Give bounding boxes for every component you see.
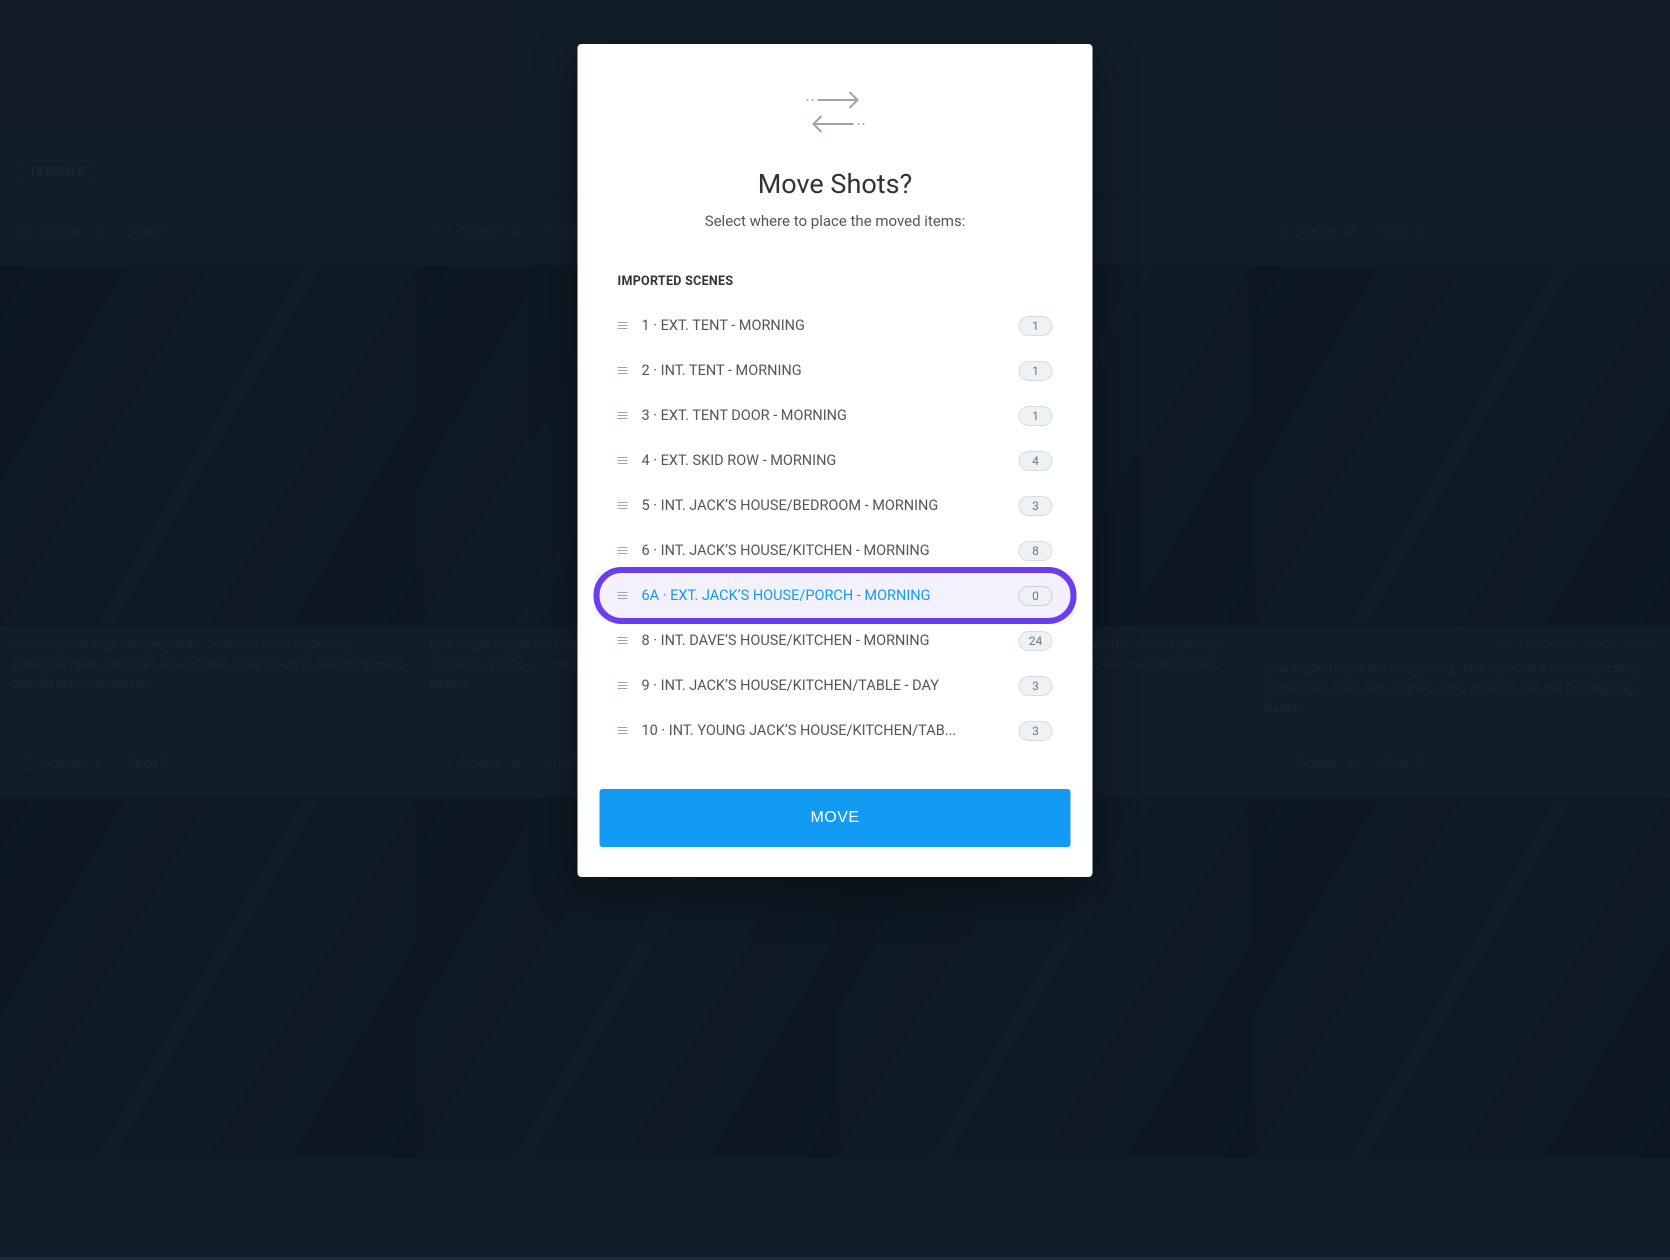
scene-count-badge: 1 (1019, 361, 1053, 381)
scene-label: 8 · INT. DAVE’S HOUSE/KITCHEN - MORNING (642, 632, 1007, 649)
scene-count-badge: 4 (1019, 451, 1053, 471)
scene-icon (618, 455, 630, 466)
scene-label: 10 · INT. YOUNG JACK’S HOUSE/KITCHEN/TAB… (642, 722, 1007, 739)
scene-label: 6 · INT. JACK’S HOUSE/KITCHEN - MORNING (642, 542, 1007, 559)
scene-row[interactable]: 9 · INT. JACK’S HOUSE/KITCHEN/TABLE - DA… (596, 663, 1075, 708)
scene-row[interactable]: 10 · INT. YOUNG JACK’S HOUSE/KITCHEN/TAB… (596, 708, 1075, 753)
scene-row[interactable]: 6A · EXT. JACK’S HOUSE/PORCH - MORNING 0 (596, 573, 1075, 618)
scene-count-badge: 3 (1019, 676, 1053, 696)
scene-icon (618, 590, 630, 601)
scene-label: 2 · INT. TENT - MORNING (642, 362, 1007, 379)
scene-row[interactable]: 3 · EXT. TENT DOOR - MORNING 1 (596, 393, 1075, 438)
swap-arrows-icon (596, 84, 1075, 140)
scene-icon (618, 725, 630, 736)
scene-row[interactable]: 8 · INT. DAVE’S HOUSE/KITCHEN - MORNING 2… (596, 618, 1075, 663)
scene-icon (618, 500, 630, 511)
scene-row[interactable]: 5 · INT. JACK’S HOUSE/BEDROOM - MORNING 3 (596, 483, 1075, 528)
scene-label: 6A · EXT. JACK’S HOUSE/PORCH - MORNING (642, 587, 1007, 604)
scene-count-badge: 3 (1019, 721, 1053, 741)
scene-label: 4 · EXT. SKID ROW - MORNING (642, 452, 1007, 469)
scene-label: 5 · INT. JACK’S HOUSE/BEDROOM - MORNING (642, 497, 1007, 514)
scene-count-badge: 1 (1019, 316, 1053, 336)
scene-icon (618, 635, 630, 646)
scene-row[interactable]: 6 · INT. JACK’S HOUSE/KITCHEN - MORNING 8 (596, 528, 1075, 573)
scene-label: 3 · EXT. TENT DOOR - MORNING (642, 407, 1007, 424)
scene-count-badge: 24 (1019, 631, 1053, 651)
scene-row[interactable]: 4 · EXT. SKID ROW - MORNING 4 (596, 438, 1075, 483)
scene-row[interactable]: 1 · EXT. TENT - MORNING 1 (596, 303, 1075, 348)
scene-count-badge: 1 (1019, 406, 1053, 426)
scene-icon (618, 365, 630, 376)
scene-icon (618, 320, 630, 331)
scene-list: 1 · EXT. TENT - MORNING12 · INT. TENT - … (596, 303, 1075, 753)
scene-count-badge: 3 (1019, 496, 1053, 516)
scene-count-badge: 0 (1019, 586, 1053, 606)
modal-subtitle: Select where to place the moved items: (596, 212, 1075, 230)
scene-label: 9 · INT. JACK’S HOUSE/KITCHEN/TABLE - DA… (642, 677, 1007, 694)
scene-icon (618, 545, 630, 556)
scene-icon (618, 680, 630, 691)
move-shots-modal: Move Shots? Select where to place the mo… (578, 44, 1093, 877)
scene-row[interactable]: 2 · INT. TENT - MORNING 1 (596, 348, 1075, 393)
modal-title: Move Shots? (596, 168, 1075, 200)
move-button[interactable]: MOVE (600, 789, 1071, 847)
scenes-section-label: IMPORTED SCENES (596, 274, 1075, 303)
scene-icon (618, 410, 630, 421)
scene-count-badge: 8 (1019, 541, 1053, 561)
scene-label: 1 · EXT. TENT - MORNING (642, 317, 1007, 334)
